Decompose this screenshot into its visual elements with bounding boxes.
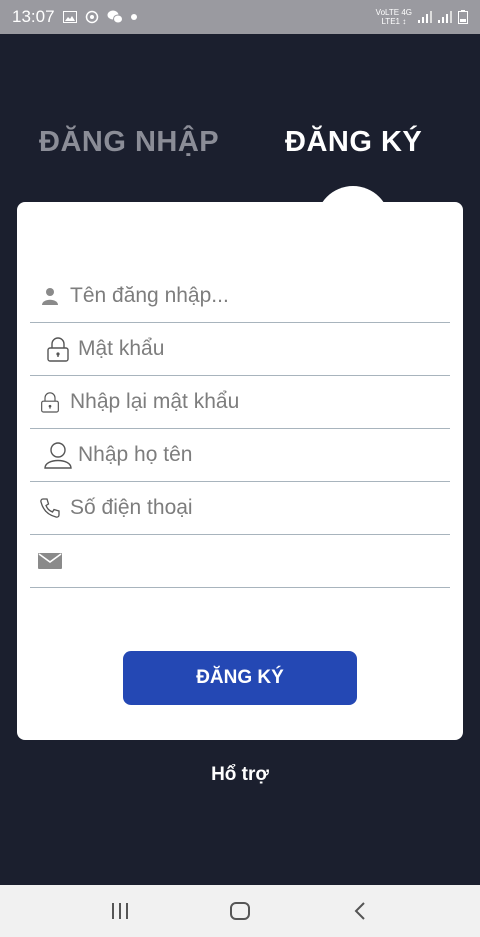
lock-icon [30, 391, 70, 413]
status-bar: 13:07 VoLTE 4G LTE1 ↕ [0, 0, 480, 34]
phone-field-row [30, 482, 450, 535]
password-field-row [30, 323, 450, 376]
network-top: VoLTE 4G [375, 8, 412, 17]
envelope-icon [30, 553, 70, 569]
username-input[interactable] [70, 276, 430, 316]
email-field-row [30, 535, 450, 588]
dot-icon [130, 14, 137, 20]
full-name-input[interactable] [78, 435, 438, 475]
support-link[interactable]: Hổ trợ [0, 764, 480, 786]
network-bottom: LTE1 ↕ [381, 17, 407, 26]
recent-apps-icon[interactable] [90, 891, 150, 931]
full-name-field-row [30, 429, 450, 482]
user-solid-icon [30, 287, 70, 305]
signal-2-icon [438, 11, 452, 23]
chat-icon [107, 10, 123, 24]
gallery-icon [62, 11, 77, 23]
home-icon[interactable] [210, 891, 270, 931]
lock-icon [38, 336, 78, 362]
username-field-row [30, 270, 450, 323]
system-nav-bar [0, 885, 480, 937]
sync-icon [85, 10, 99, 24]
tab-register[interactable]: ĐĂNG KÝ [285, 126, 422, 159]
battery-icon [458, 10, 468, 24]
signal-1-icon [418, 11, 432, 23]
confirm-password-input[interactable] [70, 382, 430, 422]
phone-icon [30, 497, 70, 519]
phone-input[interactable] [70, 488, 430, 528]
user-outline-icon [38, 441, 78, 469]
status-right: VoLTE 4G LTE1 ↕ [376, 8, 468, 26]
status-left: 13:07 [12, 7, 137, 27]
register-screen: 13:07 VoLTE 4G LTE1 ↕ ĐĂNG NHẬP ĐĂNG KÝ … [0, 0, 480, 937]
register-form-card: ĐĂNG KÝ [17, 202, 463, 740]
register-button[interactable]: ĐĂNG KÝ [123, 651, 357, 705]
back-icon[interactable] [330, 891, 390, 931]
auth-tabs: ĐĂNG NHẬP ĐĂNG KÝ [0, 120, 480, 170]
network-indicator: VoLTE 4G LTE1 ↕ [376, 8, 412, 26]
status-time: 13:07 [12, 7, 55, 26]
password-input[interactable] [78, 329, 438, 369]
confirm-password-field-row [30, 376, 450, 429]
email-input[interactable] [70, 541, 430, 581]
tab-login[interactable]: ĐĂNG NHẬP [39, 126, 219, 159]
